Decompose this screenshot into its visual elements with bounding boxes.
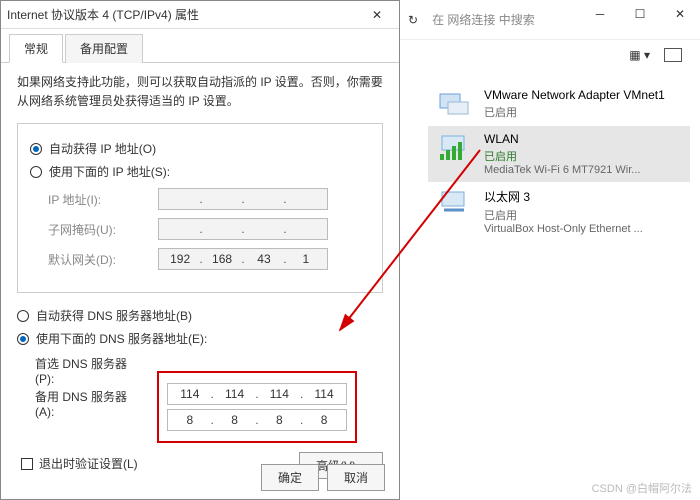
radio-icon [17, 310, 29, 322]
maximize-icon[interactable]: ☐ [620, 0, 660, 28]
radio-dns-auto[interactable]: 自动获得 DNS 服务器地址(B) [17, 307, 383, 324]
tab-general[interactable]: 常规 [9, 34, 63, 63]
adapter-device: MediaTek Wi-Fi 6 MT7921 Wir... [484, 164, 682, 176]
network-adapter-item[interactable]: VMware Network Adapter VMnet1 已启用 [428, 82, 690, 126]
view-icon[interactable]: ▦ ▾ [629, 48, 650, 62]
adapter-status: 已启用 [484, 148, 682, 164]
minimize-icon[interactable]: ─ [580, 0, 620, 28]
ip-group: 自动获得 IP 地址(O) 使用下面的 IP 地址(S): IP 地址(I):.… [17, 123, 383, 293]
dns-pref-label: 首选 DNS 服务器(P): [35, 355, 145, 386]
radio-icon [17, 333, 29, 345]
adapter-status: 已启用 [484, 104, 682, 120]
ok-button[interactable]: 确定 [261, 464, 319, 491]
radio-ip-auto[interactable]: 自动获得 IP 地址(O) [30, 140, 370, 157]
radio-ip-manual[interactable]: 使用下面的 IP 地址(S): [30, 163, 370, 180]
tab-alternate[interactable]: 备用配置 [65, 34, 143, 63]
dialog-title-bar: Internet 协议版本 4 (TCP/IPv4) 属性 ✕ [1, 1, 399, 29]
close-icon[interactable]: ✕ [361, 3, 393, 27]
refresh-icon[interactable]: ↻ [408, 13, 418, 27]
window-close-icon[interactable]: ✕ [660, 0, 700, 28]
network-adapter-item[interactable]: 以太网 3 已启用 VirtualBox Host-Only Ethernet … [428, 182, 690, 241]
subnet-mask-label: 子网掩码(U): [48, 221, 158, 238]
adapter-name: VMware Network Adapter VMnet1 [484, 88, 682, 102]
details-pane-icon[interactable] [664, 48, 682, 62]
adapter-icon [436, 88, 474, 120]
watermark: CSDN @白帽阿尔法 [592, 480, 692, 496]
radio-dns-manual[interactable]: 使用下面的 DNS 服务器地址(E): [17, 330, 383, 347]
adapter-name: WLAN [484, 132, 682, 146]
dns-alt-input[interactable]: 8.8.8.8 [167, 409, 347, 431]
dialog-title: Internet 协议版本 4 (TCP/IPv4) 属性 [7, 6, 361, 23]
checkbox-icon [21, 458, 33, 470]
adapter-status: 已启用 [484, 207, 682, 223]
network-connections-list: VMware Network Adapter VMnet1 已启用 WLAN 已… [428, 82, 690, 241]
wifi-icon [436, 132, 474, 164]
dns-pref-input[interactable]: 114.114.114.114 [167, 383, 347, 405]
dialog-description: 如果网络支持此功能，则可以获取自动指派的 IP 设置。否则，你需要从网络系统管理… [17, 73, 383, 111]
ipv4-properties-dialog: Internet 协议版本 4 (TCP/IPv4) 属性 ✕ 常规 备用配置 … [0, 0, 400, 500]
ip-address-label: IP 地址(I): [48, 191, 158, 208]
gateway-input: 192.168.43.1 [158, 248, 328, 270]
explorer-toolbar: ▦ ▾ [400, 40, 700, 70]
gateway-label: 默认网关(D): [48, 251, 158, 268]
dns-alt-label: 备用 DNS 服务器(A): [35, 388, 145, 419]
radio-icon [30, 143, 42, 155]
dns-highlight-box: 114.114.114.114 8.8.8.8 [157, 371, 357, 443]
adapter-device: VirtualBox Host-Only Ethernet ... [484, 223, 682, 235]
cancel-button[interactable]: 取消 [327, 464, 385, 491]
explorer-topbar: ↻ 在 网络连接 中搜索 ─ ☐ ✕ [400, 0, 700, 40]
ethernet-icon [436, 188, 474, 220]
adapter-name: 以太网 3 [484, 188, 682, 205]
network-adapter-item-selected[interactable]: WLAN 已启用 MediaTek Wi-Fi 6 MT7921 Wir... [428, 126, 690, 182]
ip-address-input: ... [158, 188, 328, 210]
dialog-tabs: 常规 备用配置 [1, 33, 399, 63]
radio-icon [30, 166, 42, 178]
subnet-mask-input: ... [158, 218, 328, 240]
